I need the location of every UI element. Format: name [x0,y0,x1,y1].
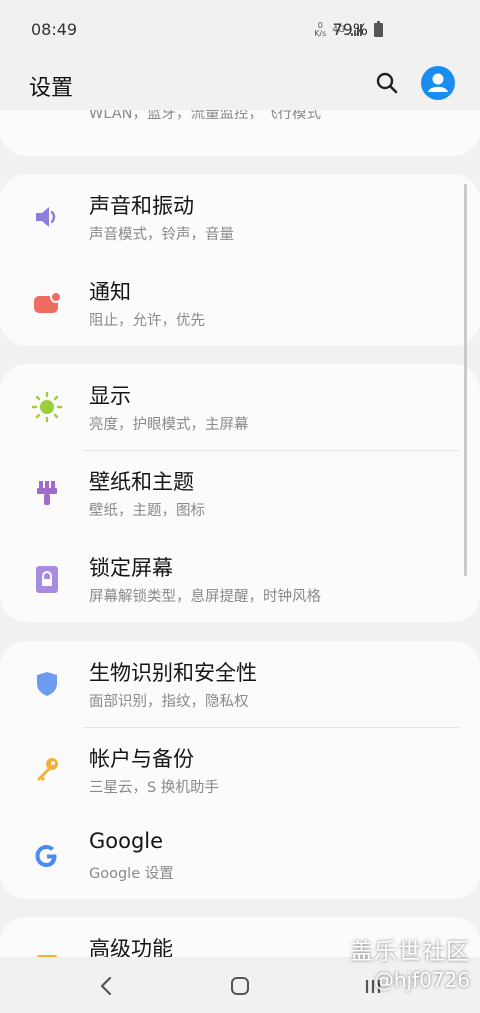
net-speed: 0 K/s [314,22,326,38]
shield-icon [30,667,64,701]
google-subtitle: Google 设置 [89,866,174,882]
watermark: 盖乐世社区 @hjf0726 [350,932,470,992]
back-icon[interactable] [96,975,118,997]
settings-card-security: 生物识别和安全性 面部识别，指纹，隐私权 帐户与备份 三星云，S 换机助手 Go… [0,641,480,899]
sound-vibration-subtitle: 声音模式，铃声，音量 [89,227,234,243]
accounts-backup-title: 帐户与备份 [89,747,194,771]
sound-vibration-item[interactable]: 声音和振动 声音模式，铃声，音量 [0,174,480,260]
biometrics-security-item[interactable]: 生物识别和安全性 面部识别，指纹，隐私权 [0,641,480,727]
lock-icon [30,562,64,596]
google-title: Google [89,829,164,853]
display-item[interactable]: 显示 亮度，护眼模式，主屏幕 [0,364,480,450]
wallpaper-themes-title: 壁纸和主题 [89,470,194,494]
status-bar: 08:49 0 K/s 4G 79% [0,0,480,60]
biometrics-security-title: 生物识别和安全性 [89,661,257,685]
net-speed-unit: K/s [314,29,327,38]
battery-percent: 79% [332,20,368,39]
notifications-title: 通知 [89,280,131,304]
watermark-line2: @hjf0726 [373,968,470,992]
accounts-backup-item[interactable]: 帐户与备份 三星云，S 换机助手 [0,727,480,813]
biometrics-security-subtitle: 面部识别，指纹，隐私权 [89,694,249,710]
battery-icon [374,21,383,37]
google-item[interactable]: Google Google 设置 [0,813,480,899]
settings-card-display: 显示 亮度，护眼模式，主屏幕 壁纸和主题 壁纸，主题，图标 锁定屏幕 屏幕解锁类… [0,364,480,622]
paintbrush-icon [30,476,64,510]
lock-screen-item[interactable]: 锁定屏幕 屏幕解锁类型，息屏提醒，时钟风格 [0,536,480,622]
connections-card[interactable]: WLAN，蓝牙，流量监控，飞行模式 [0,110,480,156]
display-subtitle: 亮度，护眼模式，主屏幕 [89,417,249,433]
accounts-backup-subtitle: 三星云，S 换机助手 [89,780,219,796]
status-time: 08:49 [31,20,78,39]
google-icon [30,839,64,873]
watermark-line1: 盖乐世社区 [350,939,470,965]
account-icon[interactable] [421,66,455,100]
home-icon[interactable] [229,975,251,997]
lock-screen-subtitle: 屏幕解锁类型，息屏提醒，时钟风格 [89,589,321,605]
connections-subtitle: WLAN，蓝牙，流量监控，飞行模式 [89,110,322,122]
display-title: 显示 [89,384,131,408]
brightness-icon [30,390,64,424]
search-icon[interactable] [374,70,400,96]
sound-vibration-title: 声音和振动 [89,194,194,218]
wallpaper-themes-subtitle: 壁纸，主题，图标 [89,503,205,519]
notifications-subtitle: 阻止，允许，优先 [89,313,205,329]
key-icon [30,753,64,787]
volume-icon [30,200,64,234]
page-title: 设置 [29,76,74,101]
settings-card-sound-notifications: 声音和振动 声音模式，铃声，音量 通知 阻止，允许，优先 [0,174,480,346]
notifications-item[interactable]: 通知 阻止，允许，优先 [0,260,480,346]
notification-icon [30,286,64,320]
lock-screen-title: 锁定屏幕 [89,556,173,580]
scrollbar[interactable] [464,184,467,576]
wallpaper-themes-item[interactable]: 壁纸和主题 壁纸，主题，图标 [0,450,480,536]
